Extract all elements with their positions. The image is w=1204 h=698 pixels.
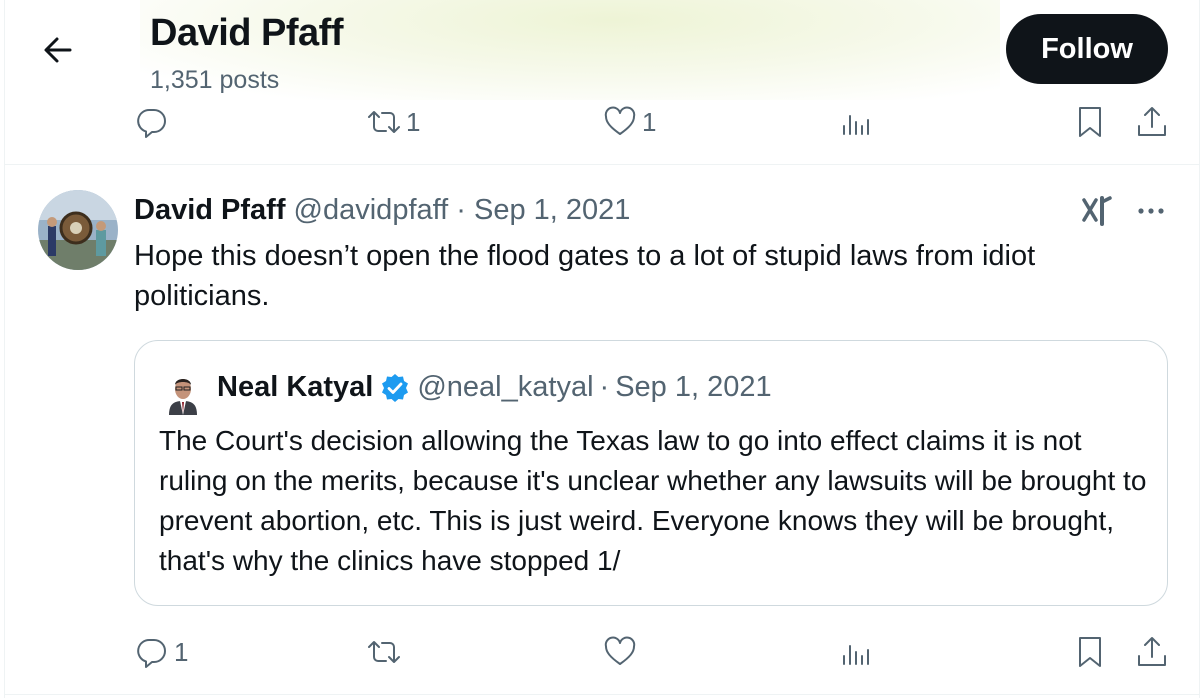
like-count: 1 bbox=[642, 106, 657, 137]
bookmark-icon bbox=[1079, 107, 1101, 137]
views-icon bbox=[843, 115, 869, 135]
repost-icon bbox=[368, 111, 400, 133]
views-icon bbox=[843, 645, 869, 665]
quote-avatar[interactable] bbox=[163, 371, 203, 415]
reply-button[interactable] bbox=[134, 104, 174, 140]
author-name[interactable]: David Pfaff bbox=[134, 194, 285, 226]
share-icon bbox=[1138, 637, 1166, 666]
share-button[interactable] bbox=[1134, 104, 1170, 140]
like-button[interactable]: 1 bbox=[602, 104, 656, 140]
like-icon bbox=[604, 636, 636, 665]
repost-button[interactable]: 1 bbox=[366, 104, 420, 140]
post-header: David Pfaff @davidpfaff · Sep 1, 2021 bbox=[134, 194, 630, 227]
quote-meta-separator: · bbox=[599, 371, 610, 403]
grok-icon[interactable] bbox=[1080, 194, 1114, 228]
bookmark-icon bbox=[1079, 637, 1101, 667]
post-divider bbox=[4, 694, 1200, 695]
quoted-post-card[interactable]: Neal Katyal @neal_katyal · Sep 1, 2021 T… bbox=[134, 340, 1168, 606]
like-icon bbox=[604, 106, 636, 135]
reply-icon bbox=[137, 638, 166, 668]
post-views-button[interactable] bbox=[838, 634, 874, 670]
post-count: 1,351 posts bbox=[150, 66, 280, 94]
quote-text: The Court's decision allowing the Texas … bbox=[159, 425, 1147, 576]
verified-badge-icon[interactable] bbox=[379, 372, 411, 404]
meta-separator: · bbox=[456, 194, 466, 226]
post-date[interactable]: Sep 1, 2021 bbox=[474, 194, 630, 226]
avatar[interactable] bbox=[38, 190, 118, 270]
quote-author-handle[interactable]: @neal_katyal bbox=[417, 371, 593, 404]
post-repost-button[interactable] bbox=[366, 634, 406, 670]
quote-header: Neal Katyal @neal_katyal · Sep 1, 2021 bbox=[217, 371, 772, 404]
reply-icon bbox=[137, 108, 166, 138]
views-button[interactable] bbox=[838, 104, 874, 140]
post-reply-count: 1 bbox=[174, 636, 189, 667]
back-arrow-icon[interactable] bbox=[38, 30, 78, 70]
post-share-button[interactable] bbox=[1134, 634, 1170, 670]
author-handle[interactable]: @davidpfaff bbox=[294, 194, 449, 226]
repost-icon bbox=[368, 641, 400, 663]
post-bookmark-button[interactable] bbox=[1072, 634, 1108, 670]
more-icon[interactable] bbox=[1134, 196, 1168, 226]
bookmark-button[interactable] bbox=[1072, 104, 1108, 140]
follow-button[interactable]: Follow bbox=[1006, 14, 1168, 84]
quote-author-name[interactable]: Neal Katyal bbox=[217, 371, 373, 404]
profile-name: David Pfaff bbox=[150, 12, 343, 54]
post-divider bbox=[4, 164, 1200, 165]
repost-count: 1 bbox=[406, 106, 421, 137]
post-reply-button[interactable]: 1 bbox=[134, 634, 188, 670]
share-icon bbox=[1138, 107, 1166, 136]
quote-date[interactable]: Sep 1, 2021 bbox=[615, 371, 771, 404]
post-like-button[interactable] bbox=[602, 634, 642, 670]
post-text: Hope this doesn’t open the flood gates t… bbox=[134, 240, 1036, 312]
